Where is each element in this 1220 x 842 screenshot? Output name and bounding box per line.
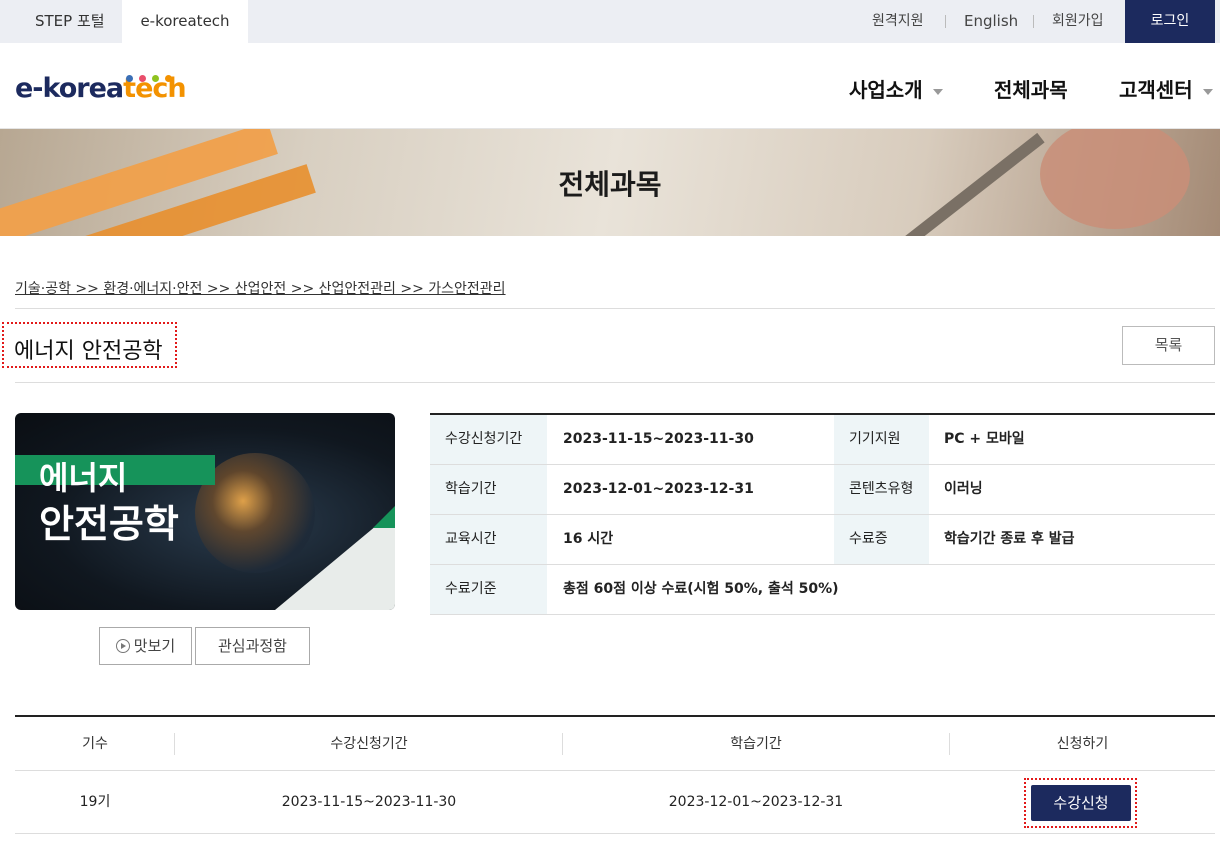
table-row: 수강신청기간 2023-11-15~2023-11-30 기기지원 PC + 모… bbox=[430, 415, 1215, 465]
session-apply-period: 2023-11-15~2023-11-30 bbox=[281, 794, 457, 810]
site-header: e-koreatech 사업소개 전체과목 고객센터 bbox=[0, 43, 1220, 129]
favorite-course-button[interactable]: 관심과정함 bbox=[195, 627, 310, 665]
info-label: 수강신청기간 bbox=[430, 415, 547, 464]
info-value: 2023-11-15~2023-11-30 bbox=[563, 431, 754, 447]
preview-button[interactable]: 맛보기 bbox=[99, 627, 192, 665]
info-value: 이러닝 bbox=[944, 481, 983, 497]
english-link[interactable]: English bbox=[964, 0, 1018, 43]
logo-dot bbox=[139, 75, 147, 82]
tab-e-koreatech[interactable]: e-koreatech bbox=[122, 0, 248, 43]
info-value: 2023-12-01~2023-12-31 bbox=[563, 481, 754, 497]
logo-text-main: e-korea bbox=[15, 73, 124, 104]
logo-dot bbox=[126, 75, 133, 82]
info-value: 총점 60점 이상 수료(시험 50%, 출석 50%) bbox=[563, 581, 839, 597]
info-value: 16 시간 bbox=[563, 531, 614, 547]
column-header: 학습기간 bbox=[730, 736, 782, 752]
course-info-table: 수강신청기간 2023-11-15~2023-11-30 기기지원 PC + 모… bbox=[430, 413, 1215, 615]
session-table: 기수 수강신청기간 학습기간 신청하기 19기 2023-11-15~2023-… bbox=[15, 715, 1215, 834]
table-header: 기수 수강신청기간 학습기간 신청하기 bbox=[15, 717, 1215, 771]
banner-title: 전체과목 bbox=[558, 168, 662, 201]
table-row: 수료기준 총점 60점 이상 수료(시험 50%, 출석 50%) bbox=[430, 565, 1215, 615]
chevron-down-icon bbox=[932, 88, 943, 95]
divider bbox=[15, 382, 1215, 383]
info-label: 교육시간 bbox=[430, 515, 547, 564]
info-value: 학습기간 종료 후 발급 bbox=[944, 531, 1075, 547]
top-utility-bar: STEP 포털 e-koreatech 원격지원 English 회원가입 로그… bbox=[0, 0, 1220, 43]
divider bbox=[15, 308, 1215, 309]
nav-all-courses[interactable]: 전체과목 bbox=[994, 74, 1068, 103]
thumbnail-decoration bbox=[373, 506, 395, 528]
table-row: 19기 2023-11-15~2023-11-30 2023-12-01~202… bbox=[15, 771, 1215, 834]
divider bbox=[945, 15, 946, 28]
info-label: 콘텐츠유형 bbox=[834, 465, 929, 514]
play-icon bbox=[115, 638, 130, 653]
logo-dots-icon bbox=[126, 67, 173, 86]
session-study-period: 2023-12-01~2023-12-31 bbox=[668, 794, 844, 810]
nav-label: 사업소개 bbox=[849, 78, 923, 102]
info-label: 수료기준 bbox=[430, 565, 547, 614]
remote-support-link[interactable]: 원격지원 bbox=[872, 0, 924, 43]
session-term: 19기 bbox=[79, 794, 111, 810]
nav-business-intro[interactable]: 사업소개 bbox=[849, 74, 943, 103]
breadcrumb[interactable]: 기술·공학 >> 환경·에너지·안전 >> 산업안전 >> 산업안전관리 >> … bbox=[15, 278, 506, 298]
column-header: 신청하기 bbox=[1056, 736, 1109, 752]
divider bbox=[1033, 15, 1034, 28]
page-title: 에너지 안전공학 bbox=[14, 339, 163, 364]
info-label: 수료증 bbox=[834, 515, 929, 564]
course-thumbnail: 에너지 안전공학 bbox=[15, 413, 395, 610]
info-label: 기기지원 bbox=[834, 415, 929, 464]
thumbnail-title-line2: 안전공학 bbox=[39, 502, 179, 546]
tab-step-portal[interactable]: STEP 포털 bbox=[35, 0, 105, 43]
enroll-button[interactable]: 수강신청 bbox=[1031, 785, 1131, 821]
table-row: 교육시간 16 시간 수료증 학습기간 종료 후 발급 bbox=[430, 515, 1215, 565]
column-header: 기수 bbox=[82, 736, 108, 752]
nav-label: 전체과목 bbox=[994, 78, 1068, 102]
logo-dot bbox=[152, 75, 160, 82]
column-header: 수강신청기간 bbox=[330, 736, 408, 752]
nav-customer-center[interactable]: 고객센터 bbox=[1119, 74, 1213, 103]
logo-dot bbox=[165, 75, 173, 82]
signup-link[interactable]: 회원가입 bbox=[1052, 0, 1104, 43]
info-label: 학습기간 bbox=[430, 465, 547, 514]
preview-label: 맛보기 bbox=[133, 637, 176, 655]
nav-label: 고객센터 bbox=[1119, 78, 1193, 102]
login-button[interactable]: 로그인 bbox=[1125, 0, 1215, 43]
table-row: 학습기간 2023-12-01~2023-12-31 콘텐츠유형 이러닝 bbox=[430, 465, 1215, 515]
list-button[interactable]: 목록 bbox=[1122, 326, 1215, 365]
page-banner: 전체과목 bbox=[0, 129, 1220, 236]
chevron-down-icon bbox=[1202, 88, 1213, 95]
info-value: PC + 모바일 bbox=[944, 431, 1025, 447]
